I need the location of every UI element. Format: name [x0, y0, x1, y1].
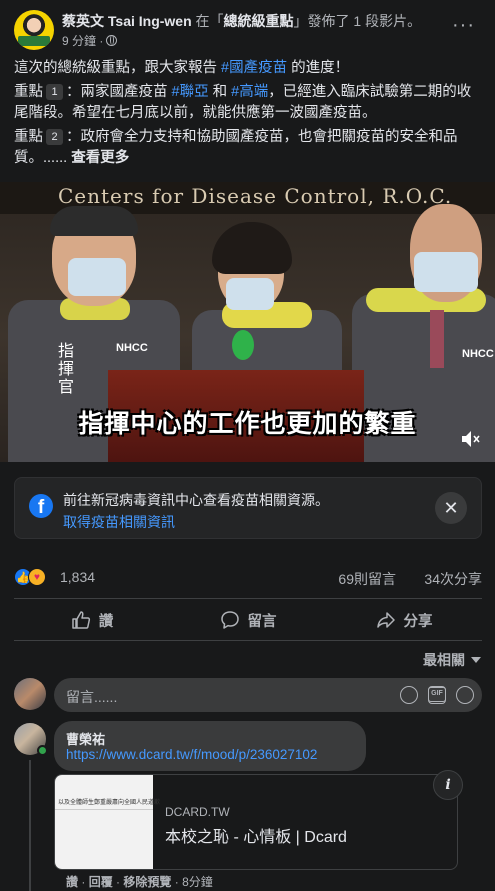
share-icon	[376, 612, 395, 628]
post-line-1: 這次的總統級重點，跟大家報告 #國產疫苗 的進度！	[14, 58, 484, 79]
hashtag-united[interactable]: #聯亞	[172, 84, 209, 100]
vest-label-right: NHCC	[462, 348, 494, 360]
vaccine-info-link[interactable]: 取得疫苗相關資訊	[63, 512, 175, 532]
separator: ·	[112, 875, 124, 889]
mask	[226, 278, 274, 310]
post-header: 蔡英文 Tsai Ing-wen 在「總統級重點」發佈了 1 段影片。 9 分鐘…	[0, 0, 495, 56]
facebook-logo-icon: f	[29, 494, 53, 518]
post-meta: 9 分鐘 ·	[62, 32, 118, 49]
group-name[interactable]: 總統級重點	[224, 13, 294, 29]
comment-button[interactable]: 留言	[170, 604, 326, 636]
sticker-icon[interactable]	[456, 686, 474, 704]
comment-icon	[220, 611, 239, 629]
gif-icon[interactable]: GIF	[428, 687, 446, 702]
chevron-down-icon	[471, 657, 481, 663]
keycap-2-icon: 2	[46, 129, 63, 145]
comment-reply-button[interactable]: 回覆	[89, 875, 113, 889]
share-label: 分享	[403, 613, 433, 630]
separator: ·	[78, 875, 89, 889]
comment-input[interactable]: 留言...... GIF	[54, 678, 482, 712]
comment-label: 留言	[247, 613, 277, 630]
comment-actions: 讚 · 回覆 · 移除預覽 · 8分鐘	[66, 873, 213, 890]
post-text: 這次的總統級重點，跟大家報告 #國產疫苗 的進度！ 重點 1 ：兩家國產疫苗 #聯亞…	[14, 58, 484, 172]
tie	[430, 310, 444, 368]
comment-like-button[interactable]: 讚	[66, 875, 78, 889]
post-text-span: 和	[208, 84, 232, 100]
post-time[interactable]: 9 分鐘 ·	[62, 32, 103, 49]
post-text-span: 這次的總統級重點，跟大家報告	[14, 60, 222, 76]
author-avatar[interactable]	[14, 10, 54, 50]
post-text-span: 重點	[14, 84, 43, 100]
see-more-link[interactable]: 查看更多	[67, 150, 129, 166]
link-preview-site: DCARD.TW	[165, 805, 230, 819]
post-paragraph-3: 重點 2 ：政府會全力支持和協助國產疫苗，也會把關疫苗的安全和品質。...... 查…	[14, 127, 484, 169]
reaction-count[interactable]: 1,834	[60, 569, 95, 585]
thumbnail-text: 以及全體師生鄭重嚴肅向全國人民道歉	[58, 800, 161, 806]
covid-info-card: f 前往新冠病毒資訊中心查看疫苗相關資源。 取得疫苗相關資訊 ✕	[14, 477, 482, 539]
vest-label-left: NHCC	[116, 342, 148, 354]
care-reaction-icon: ♥	[28, 568, 46, 586]
comment-sort-dropdown[interactable]: 最相關	[423, 650, 481, 670]
commenter-name[interactable]: 曹榮祐	[66, 729, 105, 748]
post-actions: 讚 留言 分享	[14, 604, 482, 636]
info-card-text: 前往新冠病毒資訊中心查看疫苗相關資源。	[63, 492, 329, 508]
role-label: 指揮官	[58, 341, 75, 396]
comment-link[interactable]: https://www.dcard.tw/f/mood/p/236027102	[66, 747, 317, 762]
thumbs-up-icon	[72, 611, 90, 629]
close-icon[interactable]: ✕	[435, 492, 467, 524]
like-label: 讚	[98, 613, 114, 630]
comment-input-placeholder: 留言......	[66, 689, 118, 705]
post-text-span: 重點	[14, 129, 43, 145]
globe-icon	[106, 35, 118, 46]
hashtag-medigen[interactable]: #高端	[231, 84, 268, 100]
video-banner-text: Centers for Disease Control, R.O.C.	[58, 184, 453, 208]
share-button[interactable]: 分享	[326, 604, 482, 636]
my-avatar[interactable]	[14, 678, 46, 710]
mask	[68, 258, 126, 296]
hair	[212, 222, 292, 274]
divider	[14, 640, 482, 641]
info-icon[interactable]: i	[433, 770, 463, 800]
in-text: 在「	[191, 13, 224, 29]
link-preview-thumbnail: 以及全體師生鄭重嚴肅向全國人民道歉	[55, 775, 160, 869]
keycap-1-icon: 1	[46, 84, 63, 100]
hair	[50, 206, 138, 236]
mute-icon[interactable]	[461, 430, 481, 448]
like-button[interactable]: 讚	[14, 604, 170, 636]
share-count[interactable]: 34次分享	[424, 569, 482, 589]
link-preview-card[interactable]: 以及全體師生鄭重嚴肅向全國人民道歉 DCARD.TW 本校之恥 - 心情板 | …	[54, 774, 458, 870]
thread-line	[29, 760, 31, 891]
remove-preview-button[interactable]: 移除預覽	[123, 875, 171, 889]
more-options-button[interactable]: ···	[452, 14, 475, 37]
hashtag-vaccine[interactable]: #國產疫苗	[221, 60, 287, 76]
link-preview-title: 本校之恥 - 心情板 | Dcard	[165, 829, 347, 846]
mask	[414, 252, 478, 292]
reactions-bar: 👍 ♥ 1,834 69則留言 34次分享	[14, 566, 484, 590]
sort-label: 最相關	[423, 652, 465, 668]
online-status-icon	[37, 745, 48, 756]
post-text-span: ：兩家國產疫苗	[66, 84, 172, 100]
post-paragraph-2: 重點 1 ：兩家國產疫苗 #聯亞 和 #高端，已經進入臨床試驗第二期的收尾階段。希望…	[14, 82, 484, 124]
post-text-span: 的進度！	[287, 60, 350, 76]
separator: ·	[171, 875, 183, 889]
thumbnail-rule	[55, 809, 153, 810]
author-name[interactable]: 蔡英文 Tsai Ing-wen	[62, 13, 192, 29]
comment-bubble: 曹榮祐 https://www.dcard.tw/f/mood/p/236027…	[54, 721, 366, 771]
reaction-icons[interactable]: 👍 ♥	[14, 568, 50, 588]
comment-count[interactable]: 69則留言	[338, 569, 396, 589]
posted-text: 」發佈了 1 段影片。	[293, 13, 422, 29]
video-subtitle: 指揮中心的工作也更加的繁重	[78, 410, 417, 438]
microphone	[232, 330, 254, 360]
divider	[14, 598, 482, 599]
video-player[interactable]: Centers for Disease Control, R.O.C. NHCC…	[0, 182, 495, 462]
comment-time[interactable]: 8分鐘	[182, 875, 213, 889]
author-line: 蔡英文 Tsai Ing-wen 在「總統級重點」發佈了 1 段影片。	[62, 11, 421, 31]
emoji-icon[interactable]	[400, 686, 418, 704]
